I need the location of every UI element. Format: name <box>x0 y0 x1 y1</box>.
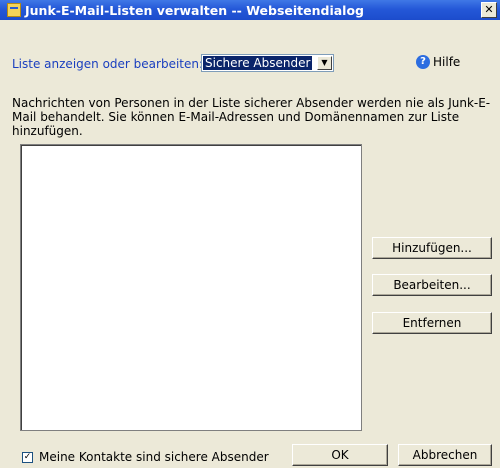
ok-button[interactable]: OK <box>292 444 388 466</box>
help-label: Hilfe <box>433 55 461 69</box>
list-select-value: Sichere Absender <box>203 56 313 70</box>
title-bar[interactable]: Junk-E-Mail-Listen verwalten -- Webseite… <box>0 0 500 20</box>
list-select-row: Liste anzeigen oder bearbeiten: <box>12 55 203 73</box>
description-text: Nachrichten von Personen in der Liste si… <box>12 96 491 138</box>
help-link[interactable]: ? Hilfe <box>416 55 460 69</box>
close-button[interactable]: ✕ <box>481 2 497 18</box>
contacts-checkbox[interactable]: ✓ <box>22 451 33 463</box>
contacts-checkbox-label[interactable]: Meine Kontakte sind sichere Absender <box>39 450 269 464</box>
safe-senders-list[interactable] <box>20 144 362 431</box>
chevron-down-icon[interactable]: ▼ <box>317 56 332 70</box>
window-title: Junk-E-Mail-Listen verwalten -- Webseite… <box>25 2 365 18</box>
add-button[interactable]: Hinzufügen... <box>372 237 492 259</box>
edit-button[interactable]: Bearbeiten... <box>372 274 492 296</box>
help-icon: ? <box>416 55 430 69</box>
remove-button[interactable]: Entfernen <box>372 312 492 334</box>
cancel-button[interactable]: Abbrechen <box>398 444 492 466</box>
dialog-icon <box>7 3 21 17</box>
contacts-checkbox-row[interactable]: ✓ Meine Kontakte sind sichere Absender <box>22 450 269 464</box>
list-select-dropdown[interactable]: Sichere Absender ▼ <box>201 54 334 72</box>
list-select-label: Liste anzeigen oder bearbeiten: <box>12 57 204 71</box>
